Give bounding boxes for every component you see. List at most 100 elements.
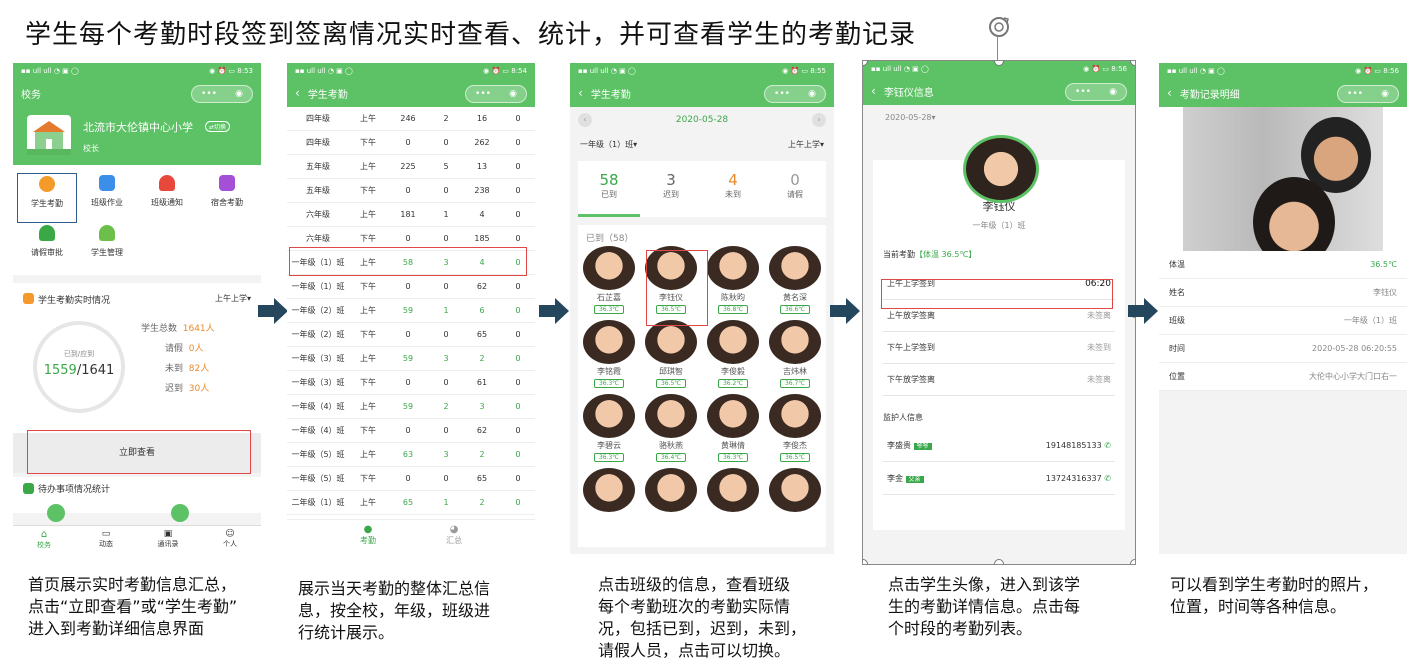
grid-item-student-mgmt[interactable]: 学生管理 bbox=[77, 223, 137, 271]
stat-absent[interactable]: 4 未到 bbox=[702, 161, 764, 217]
record-label: 下午上学签到 bbox=[887, 343, 935, 352]
table-cell: 185 bbox=[474, 234, 490, 243]
date-select[interactable]: 2020-05-28▾ bbox=[863, 105, 1135, 130]
switch-school-button[interactable]: ⇄切换 bbox=[205, 121, 231, 132]
table-row[interactable]: 一年级（3）班 上午 59 3 2 0 bbox=[287, 347, 535, 371]
status-bar: ▪▪ ull ull ◔ ▣ ◯ ◉ ⏰ ▭ 8:55 bbox=[570, 63, 834, 79]
table-cell: 下午 bbox=[360, 234, 376, 243]
nav-title: 学生考勤 bbox=[307, 89, 348, 101]
table-cell: 上午 bbox=[360, 114, 376, 123]
grid-item-dorm[interactable]: 宿舍考勤 bbox=[197, 173, 257, 221]
attendance-record[interactable]: 下午放学签离 未签离 bbox=[883, 364, 1115, 396]
back-icon[interactable]: ‹ bbox=[1167, 86, 1172, 100]
status-bar: ▪▪ ull ull ◔ ▣ ◯ ◉ ⏰ ▭ 8:56 bbox=[1159, 63, 1407, 79]
student-card[interactable] bbox=[640, 468, 702, 512]
student-card[interactable]: 石芷嘉 36.3℃ bbox=[578, 246, 640, 314]
student-card[interactable]: 李铭霞 36.3℃ bbox=[578, 320, 640, 388]
tab-summary[interactable]: ◕ 汇总 bbox=[446, 520, 462, 554]
student-card[interactable] bbox=[578, 468, 640, 512]
guardian-row: 李金 父亲 13724316337 ✆ bbox=[883, 462, 1115, 495]
table-row[interactable]: 一年级（5）班 下午 0 0 65 0 bbox=[287, 467, 535, 491]
student-card[interactable]: 李碧云 36.3℃ bbox=[578, 394, 640, 462]
mini-program-capsule[interactable]: ••• ◉ bbox=[764, 85, 826, 103]
student-card[interactable]: 陈秋昀 36.8℃ bbox=[702, 246, 764, 314]
student-card[interactable]: 邱琪智 36.5℃ bbox=[640, 320, 702, 388]
tab-me[interactable]: ☺ 个人 bbox=[199, 526, 261, 554]
student-card[interactable]: 吉炜林 36.7℃ bbox=[764, 320, 826, 388]
tab-home[interactable]: ⌂ 校务 bbox=[13, 526, 75, 554]
tab-bar: ⌂ 校务 ▭ 动态 ▣ 通讯录 ☺ 个人 bbox=[13, 525, 261, 554]
stat-late[interactable]: 3 迟到 bbox=[640, 161, 702, 217]
table-row[interactable]: 五年级 上午 225 5 13 0 bbox=[287, 155, 535, 179]
temperature-badge: 36.2℃ bbox=[718, 379, 748, 388]
tab-attendance[interactable]: ● 考勤 bbox=[360, 520, 376, 554]
mini-program-capsule[interactable]: ••• ◉ bbox=[1065, 83, 1127, 101]
grid-item-leave[interactable]: 请假审批 bbox=[17, 223, 77, 271]
grid-item-homework[interactable]: 班级作业 bbox=[77, 173, 137, 221]
session-select[interactable]: 上午上学▾ bbox=[788, 139, 824, 150]
student-card[interactable] bbox=[702, 468, 764, 512]
table-cell: 一年级（1）班 bbox=[291, 282, 345, 291]
table-cell: 一年级（3）班 bbox=[291, 378, 345, 387]
detail-value: 李钰仪 bbox=[1373, 288, 1397, 297]
stat-leave[interactable]: 0 请假 bbox=[764, 161, 826, 217]
table-cell: 0 bbox=[443, 426, 449, 435]
homework-icon bbox=[99, 175, 115, 191]
table-row[interactable]: 一年级（1）班 下午 0 0 62 0 bbox=[287, 275, 535, 299]
session-select[interactable]: 上午上学▾ bbox=[215, 293, 251, 304]
student-card[interactable]: 李俊毅 36.2℃ bbox=[702, 320, 764, 388]
capture-photo[interactable] bbox=[1159, 107, 1407, 251]
back-icon[interactable]: ‹ bbox=[295, 86, 300, 100]
table-row[interactable]: 一年级（4）班 下午 0 0 62 0 bbox=[287, 419, 535, 443]
table-row[interactable]: 五年级 下午 0 0 238 0 bbox=[287, 179, 535, 203]
table-row[interactable]: 一年级（3）班 下午 0 0 61 0 bbox=[287, 371, 535, 395]
table-row[interactable]: 四年级 上午 246 2 16 0 bbox=[287, 107, 535, 131]
attendance-record[interactable]: 下午上学签到 未签到 bbox=[883, 332, 1115, 364]
grid-item-notice[interactable]: 班级通知 bbox=[137, 173, 197, 221]
user-gear-icon bbox=[99, 225, 115, 241]
student-card[interactable] bbox=[764, 468, 826, 512]
back-icon[interactable]: ‹ bbox=[871, 84, 876, 98]
class-select[interactable]: 一年级（1）班▾ bbox=[580, 139, 637, 150]
guardian-phone[interactable]: 13724316337 ✆ bbox=[1046, 474, 1111, 483]
student-card[interactable]: 骆秋燕 36.4℃ bbox=[640, 394, 702, 462]
prev-day-icon[interactable]: ‹ bbox=[578, 113, 592, 127]
guardian-phone[interactable]: 19148185133 ✆ bbox=[1046, 441, 1111, 450]
grid-item-student-attendance[interactable]: 学生考勤 bbox=[17, 173, 77, 223]
detail-value: 一年级（1）班 bbox=[1343, 316, 1397, 325]
date-label[interactable]: 2020-05-28 bbox=[676, 115, 728, 125]
table-row[interactable]: 四年级 下午 0 0 262 0 bbox=[287, 131, 535, 155]
rotate-handle-icon[interactable] bbox=[986, 14, 1012, 40]
table-row[interactable]: 一年级（5）班 上午 63 3 2 0 bbox=[287, 443, 535, 467]
back-icon[interactable]: ‹ bbox=[578, 86, 583, 100]
next-day-icon[interactable]: › bbox=[812, 113, 826, 127]
student-card[interactable]: 李俊杰 36.5℃ bbox=[764, 394, 826, 462]
tab-feed[interactable]: ▭ 动态 bbox=[75, 526, 137, 554]
stat-arrived[interactable]: 58 已到 bbox=[578, 161, 640, 217]
orange-badge-icon bbox=[23, 293, 34, 304]
pie-icon: ◕ bbox=[449, 524, 459, 535]
student-avatar[interactable] bbox=[963, 135, 1039, 203]
mini-program-capsule[interactable]: ••• ◉ bbox=[191, 85, 253, 103]
tab-contacts[interactable]: ▣ 通讯录 bbox=[137, 526, 199, 554]
table-row[interactable]: 一年级（2）班 下午 0 0 65 0 bbox=[287, 323, 535, 347]
phone-icon[interactable]: ✆ bbox=[1104, 441, 1111, 450]
mini-program-capsule[interactable]: ••• ◉ bbox=[1337, 85, 1399, 103]
student-card[interactable]: 黄琳倩 36.3℃ bbox=[702, 394, 764, 462]
nav-bar: 校务 ••• ◉ bbox=[13, 79, 261, 107]
school-name: 北流市大伦镇中心小学 bbox=[83, 121, 193, 134]
table-cell: 0 bbox=[515, 498, 521, 507]
table-cell: 59 bbox=[402, 306, 414, 315]
mini-program-capsule[interactable]: ••• ◉ bbox=[465, 85, 527, 103]
table-cell: 下午 bbox=[360, 138, 376, 147]
table-row[interactable]: 一年级（2）班 上午 59 1 6 0 bbox=[287, 299, 535, 323]
table-cell: 181 bbox=[400, 210, 416, 219]
phone-icon[interactable]: ✆ bbox=[1104, 474, 1111, 483]
table-row[interactable]: 二年级（1）班 上午 65 1 2 0 bbox=[287, 491, 535, 515]
student-card[interactable]: 黄名深 36.6℃ bbox=[764, 246, 826, 314]
table-row[interactable]: 六年级 上午 181 1 4 0 bbox=[287, 203, 535, 227]
table-row[interactable]: 一年级（4）班 上午 59 2 3 0 bbox=[287, 395, 535, 419]
record-label: 上午放学签离 bbox=[887, 311, 935, 320]
detail-value: 大伦中心小学大门口右一 bbox=[1309, 372, 1397, 381]
table-cell: 0 bbox=[515, 162, 521, 171]
